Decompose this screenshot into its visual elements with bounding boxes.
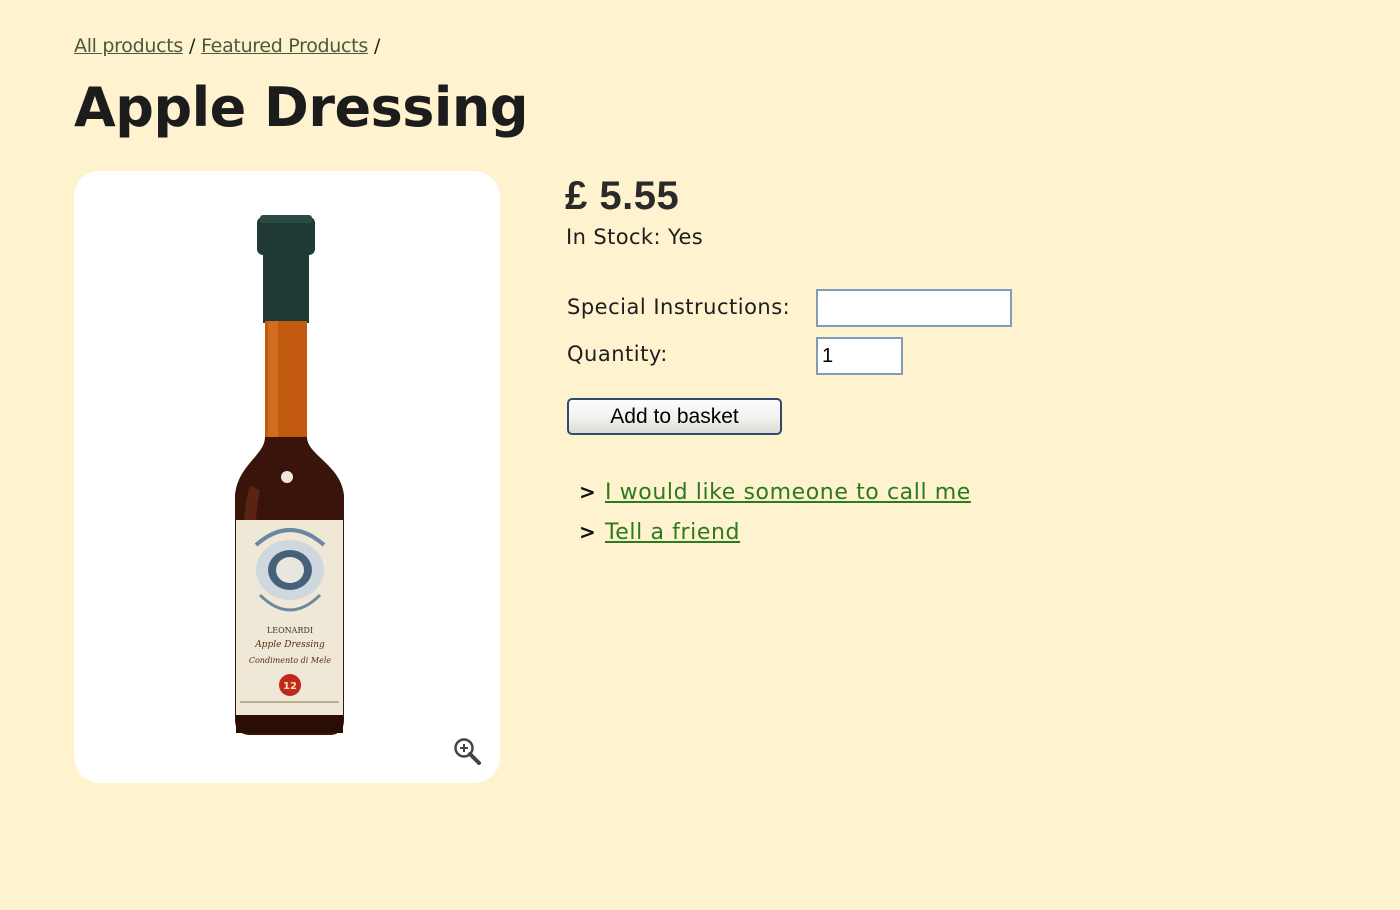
list-item: > Tell a friend xyxy=(579,512,971,552)
special-instructions-input[interactable] xyxy=(816,289,1012,327)
page-title: Apple Dressing xyxy=(74,76,529,139)
breadcrumb-all-products[interactable]: All products xyxy=(74,35,183,57)
quantity-label: Quantity: xyxy=(567,342,668,366)
breadcrumb-separator: / xyxy=(188,35,196,57)
product-price: £ 5.55 xyxy=(565,174,680,218)
bottle-sub-text: Condimento di Mele xyxy=(249,656,332,665)
list-item: > I would like someone to call me xyxy=(579,472,971,512)
bottle-age-text: 12 xyxy=(283,681,297,692)
tell-a-friend-link[interactable]: Tell a friend xyxy=(605,520,740,545)
breadcrumb: All products / Featured Products / xyxy=(74,35,386,57)
add-to-basket-button[interactable]: Add to basket xyxy=(567,398,782,435)
arrow-right-icon: > xyxy=(579,520,596,544)
product-links: > I would like someone to call me > Tell… xyxy=(579,472,971,552)
bottle-name-text: Apple Dressing xyxy=(254,640,325,650)
call-me-link[interactable]: I would like someone to call me xyxy=(605,480,971,505)
stock-status: In Stock: Yes xyxy=(566,225,704,249)
breadcrumb-separator: / xyxy=(373,35,381,57)
product-image-card[interactable]: LEONARDI Apple Dressing Condimento di Me… xyxy=(74,171,500,783)
product-bottle-image: LEONARDI Apple Dressing Condimento di Me… xyxy=(235,215,344,735)
quantity-input[interactable] xyxy=(816,337,903,375)
arrow-right-icon: > xyxy=(579,480,596,504)
bottle-brand-text: LEONARDI xyxy=(267,626,313,635)
special-instructions-label: Special Instructions: xyxy=(567,295,791,319)
zoom-in-icon[interactable] xyxy=(452,736,482,766)
breadcrumb-featured-products[interactable]: Featured Products xyxy=(201,35,368,57)
